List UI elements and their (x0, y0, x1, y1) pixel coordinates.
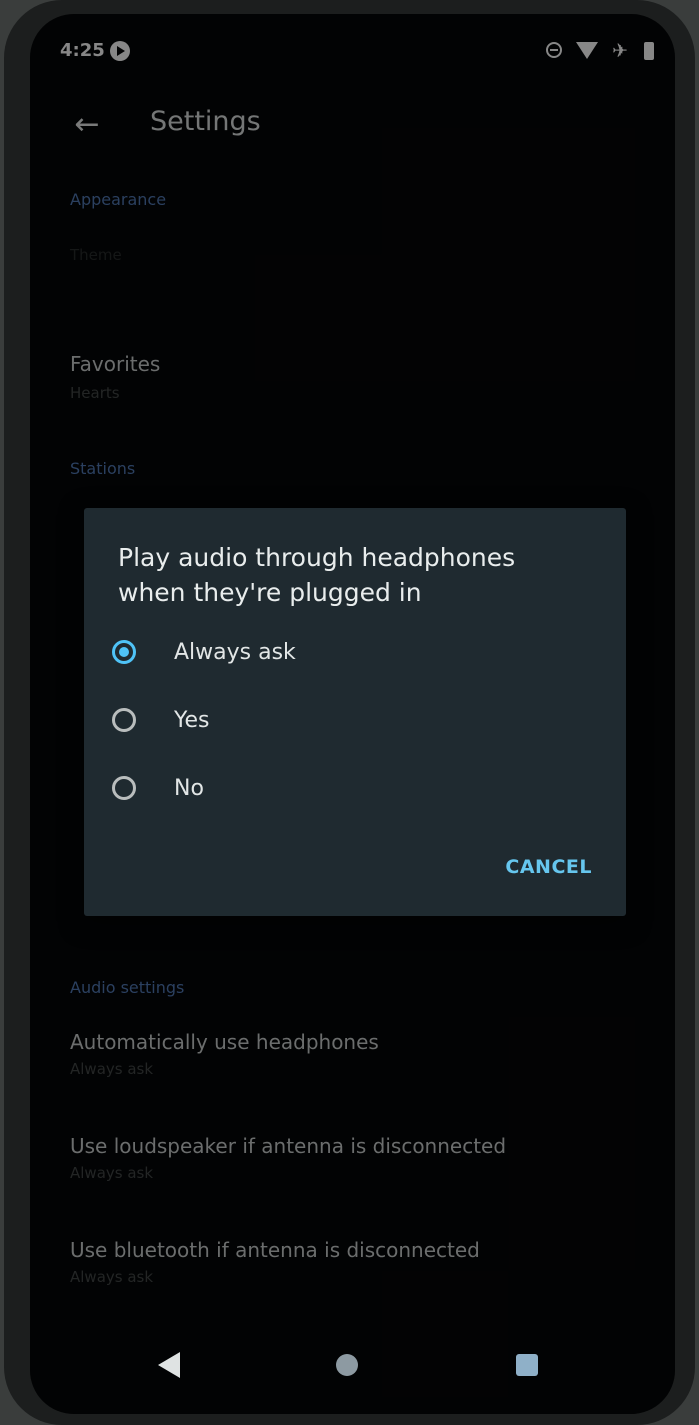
headphones-dialog: Play audio through headphones when they'… (84, 508, 626, 916)
radio-button[interactable] (112, 708, 136, 732)
radio-label: Always ask (174, 639, 296, 665)
cancel-button[interactable]: CANCEL (505, 856, 592, 878)
radio-button[interactable] (112, 776, 136, 800)
settings-item-loudspeaker[interactable]: Use loudspeaker if antenna is disconnect… (70, 1134, 506, 1158)
settings-item-auto-headphones[interactable]: Automatically use headphones (70, 1030, 379, 1054)
settings-item-bluetooth[interactable]: Use bluetooth if antenna is disconnected (70, 1238, 480, 1262)
radio-button[interactable] (112, 640, 136, 664)
section-header-stations: Stations (70, 459, 136, 478)
settings-item-loudspeaker-value: Always ask (70, 1164, 154, 1182)
radio-option-no[interactable]: No (112, 766, 204, 810)
radio-option-always-ask[interactable]: Always ask (112, 630, 296, 674)
nav-recents-icon[interactable] (516, 1354, 538, 1376)
screen: 4:25 ✈ ← Settings Appearance Theme Favor… (30, 14, 675, 1414)
settings-item-bluetooth-value: Always ask (70, 1268, 154, 1286)
settings-item-favorites[interactable]: Favorites (70, 352, 160, 376)
phone-frame: 4:25 ✈ ← Settings Appearance Theme Favor… (4, 0, 695, 1425)
radio-option-yes[interactable]: Yes (112, 698, 210, 742)
nav-back-icon[interactable] (158, 1352, 180, 1378)
dialog-title: Play audio through headphones when they'… (118, 543, 516, 607)
navigation-bar (30, 1342, 675, 1396)
radio-label: No (174, 775, 204, 801)
section-header-appearance: Appearance (70, 190, 167, 209)
settings-item-theme[interactable]: Theme (70, 246, 122, 264)
radio-label: Yes (174, 707, 210, 733)
settings-item-auto-headphones-value: Always ask (70, 1060, 154, 1078)
settings-item-favorites-value: Hearts (70, 384, 120, 402)
nav-home-icon[interactable] (336, 1354, 358, 1376)
section-header-audio: Audio settings (70, 978, 185, 997)
